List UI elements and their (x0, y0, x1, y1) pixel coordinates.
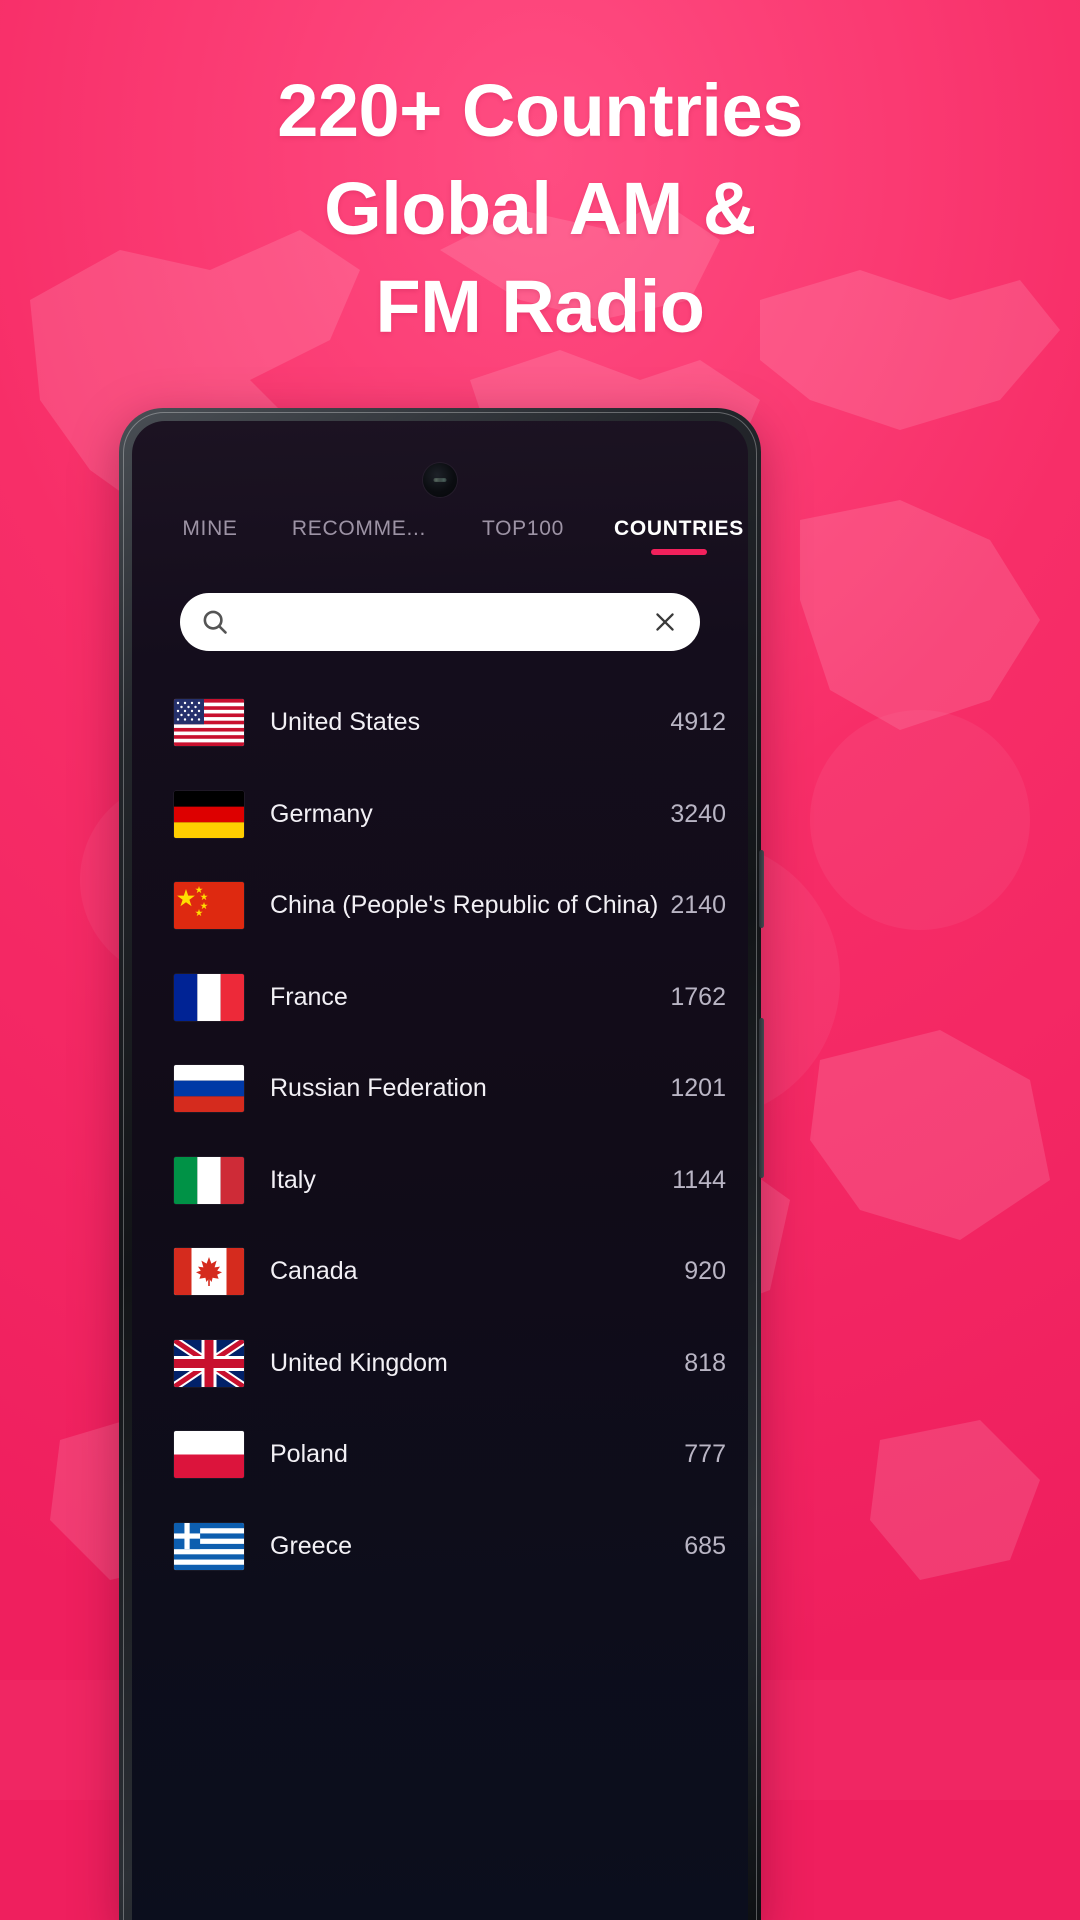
table-row[interactable]: United States 4912 (132, 677, 748, 769)
table-row[interactable]: Greece 685 (132, 1501, 748, 1593)
flag-icon-ru (174, 1065, 244, 1113)
country-name: Italy (270, 1165, 316, 1194)
table-row[interactable]: Russian Federation 1201 (132, 1043, 748, 1135)
search-icon (200, 607, 230, 637)
flag-icon-it (174, 1156, 244, 1204)
flag-icon-pl (174, 1431, 244, 1479)
tab-recommended-label: RECOMME... (291, 517, 427, 540)
country-station-count: 920 (684, 1257, 726, 1286)
country-station-count: 3240 (670, 799, 726, 828)
table-row[interactable]: Poland 777 (132, 1409, 748, 1501)
headline-line-2: Global AM & (324, 167, 756, 250)
country-name: Russian Federation (270, 1074, 487, 1103)
country-name: United States (270, 708, 421, 737)
flag-icon-fr (174, 973, 244, 1021)
active-tab-indicator (651, 549, 707, 555)
promo-headline: 220+ Countries Global AM & FM Radio (0, 62, 1080, 356)
country-name: Canada (270, 1257, 358, 1286)
table-row[interactable]: Canada 920 (132, 1226, 748, 1318)
headline-line-3: FM Radio (375, 265, 705, 348)
country-list[interactable]: United States 4912 Germany 3240 China (P… (132, 677, 748, 1920)
country-station-count: 818 (684, 1348, 726, 1377)
table-row[interactable]: Germany 3240 (132, 769, 748, 861)
country-station-count: 1762 (670, 982, 726, 1011)
table-row[interactable]: United Kingdom 818 (132, 1318, 748, 1410)
country-station-count: 777 (684, 1440, 726, 1469)
front-camera-icon (423, 463, 457, 497)
country-name: France (270, 982, 348, 1011)
tab-countries[interactable]: COUNTRIES (598, 517, 748, 557)
country-name: Greece (270, 1531, 352, 1560)
table-row[interactable]: Italy 1144 (132, 1135, 748, 1227)
power-button[interactable] (759, 850, 764, 928)
tab-mine[interactable]: MINE (150, 517, 270, 557)
country-name: United Kingdom (270, 1348, 448, 1377)
flag-icon-cn (174, 882, 244, 930)
flag-icon-us (174, 699, 244, 747)
tab-top100-label: TOP100 (481, 517, 565, 540)
flag-icon-ca (174, 1248, 244, 1296)
country-name: China (People's Republic of China) (270, 891, 659, 920)
country-name: Germany (270, 799, 373, 828)
tab-mine-label: MINE (182, 517, 238, 540)
phone-mockup: MINE RECOMME... TOP100 COUNTRIES United … (119, 408, 764, 1920)
headline-line-1: 220+ Countries (277, 69, 803, 152)
close-icon[interactable] (652, 609, 678, 635)
flag-icon-gr (174, 1522, 244, 1570)
tab-recommended[interactable]: RECOMME... (270, 517, 448, 557)
tab-bar: MINE RECOMME... TOP100 COUNTRIES (132, 517, 748, 557)
flag-icon-de (174, 790, 244, 838)
country-station-count: 685 (684, 1531, 726, 1560)
country-name: Poland (270, 1440, 348, 1469)
volume-button[interactable] (759, 1018, 764, 1178)
country-station-count: 4912 (670, 708, 726, 737)
search-bar[interactable] (180, 593, 700, 651)
search-input[interactable] (230, 609, 652, 635)
phone-screen: MINE RECOMME... TOP100 COUNTRIES United … (132, 421, 748, 1920)
table-row[interactable]: China (People's Republic of China) 2140 (132, 860, 748, 952)
tab-countries-label: COUNTRIES (614, 517, 744, 540)
country-station-count: 1144 (672, 1165, 726, 1194)
table-row[interactable]: France 1762 (132, 952, 748, 1044)
tab-top100[interactable]: TOP100 (448, 517, 598, 557)
flag-icon-gb (174, 1339, 244, 1387)
country-station-count: 1201 (670, 1074, 726, 1103)
country-station-count: 2140 (670, 891, 726, 920)
